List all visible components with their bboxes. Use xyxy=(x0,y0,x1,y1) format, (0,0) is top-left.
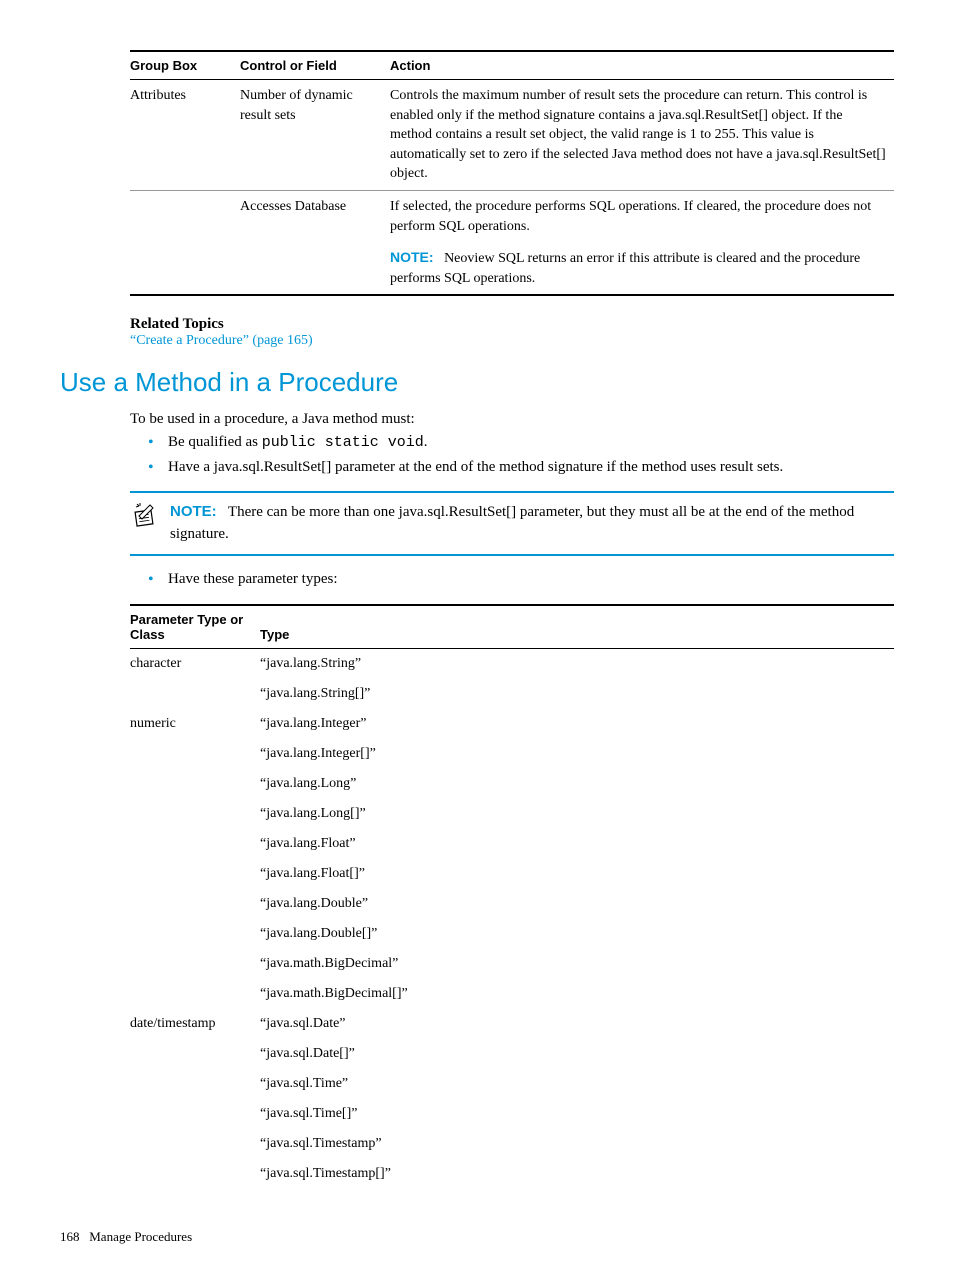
cell-param xyxy=(130,1039,260,1069)
table-row: “java.sql.Time[]” xyxy=(130,1099,894,1129)
table1-header-action: Action xyxy=(390,51,894,80)
note-text-body: There can be more than one java.sql.Resu… xyxy=(170,504,854,543)
table1-header-control: Control or Field xyxy=(240,51,390,80)
cell-type: “java.lang.String[]” xyxy=(260,679,894,709)
cell-action: If selected, the procedure performs SQL … xyxy=(390,190,894,242)
related-topics-link[interactable]: “Create a Procedure” (page 165) xyxy=(130,333,894,349)
table-row: NOTE: Neoview SQL returns an error if th… xyxy=(130,242,894,295)
cell-param xyxy=(130,889,260,919)
cell-param xyxy=(130,739,260,769)
table-row: “java.math.BigDecimal[]” xyxy=(130,979,894,1009)
cell-type: “java.sql.Timestamp[]” xyxy=(260,1159,894,1189)
mono-text: public static void xyxy=(262,434,424,451)
cell-param: character xyxy=(130,649,260,680)
table-row: “java.lang.Long[]” xyxy=(130,799,894,829)
note-label: NOTE: xyxy=(390,249,434,265)
table-row: “java.lang.Double” xyxy=(130,889,894,919)
cell-param xyxy=(130,769,260,799)
cell-group: Attributes xyxy=(130,80,240,191)
section-heading: Use a Method in a Procedure xyxy=(60,367,894,398)
table-row: “java.lang.Integer[]” xyxy=(130,739,894,769)
cell-param xyxy=(130,979,260,1009)
cell-param xyxy=(130,1069,260,1099)
cell-param xyxy=(130,829,260,859)
intro-text: To be used in a procedure, a Java method… xyxy=(130,408,894,431)
note-icon xyxy=(130,501,158,529)
table-row: “java.math.BigDecimal” xyxy=(130,949,894,979)
cell-type: “java.lang.Integer[]” xyxy=(260,739,894,769)
cell-action: Controls the maximum number of result se… xyxy=(390,80,894,191)
cell-param xyxy=(130,949,260,979)
table-row: “java.sql.Timestamp[]” xyxy=(130,1159,894,1189)
page-footer: 168 Manage Procedures xyxy=(60,1229,894,1245)
cell-type: “java.lang.Integer” xyxy=(260,709,894,739)
table-row: character“java.lang.String” xyxy=(130,649,894,680)
cell-note: NOTE: Neoview SQL returns an error if th… xyxy=(390,242,894,295)
cell-type: “java.lang.Double” xyxy=(260,889,894,919)
note-text: Neoview SQL returns an error if this att… xyxy=(390,251,860,286)
table-row: numeric“java.lang.Integer” xyxy=(130,709,894,739)
cell-type: “java.lang.Long[]” xyxy=(260,799,894,829)
table-row: “java.lang.Float” xyxy=(130,829,894,859)
list-item: Have these parameter types: xyxy=(148,568,894,591)
cell-param xyxy=(130,1159,260,1189)
cell-type: “java.math.BigDecimal[]” xyxy=(260,979,894,1009)
table-row: “java.lang.Float[]” xyxy=(130,859,894,889)
cell-param xyxy=(130,1129,260,1159)
footer-title: Manage Procedures xyxy=(89,1229,192,1244)
table-row: date/timestamp“java.sql.Date” xyxy=(130,1009,894,1039)
cell-control: Number of dynamic result sets xyxy=(240,80,390,191)
cell-type: “java.sql.Date[]” xyxy=(260,1039,894,1069)
requirements-list-continued: Have these parameter types: xyxy=(148,568,894,591)
table2-body: character“java.lang.String” “java.lang.S… xyxy=(130,649,894,1190)
related-topics-heading: Related Topics xyxy=(130,316,894,333)
requirements-list: Be qualified as public static void. Have… xyxy=(148,431,894,479)
cell-type: “java.lang.Float[]” xyxy=(260,859,894,889)
note-box: NOTE: There can be more than one java.sq… xyxy=(130,491,894,556)
cell-type: “java.sql.Time” xyxy=(260,1069,894,1099)
cell-param xyxy=(130,1099,260,1129)
cell-type: “java.sql.Date” xyxy=(260,1009,894,1039)
cell-param xyxy=(130,859,260,889)
table1-header-group: Group Box xyxy=(130,51,240,80)
note-content: NOTE: There can be more than one java.sq… xyxy=(170,501,894,546)
cell-param xyxy=(130,919,260,949)
cell-param xyxy=(130,679,260,709)
cell-param xyxy=(130,799,260,829)
cell-type: “java.sql.Time[]” xyxy=(260,1099,894,1129)
table2-header-type: Type xyxy=(260,605,894,649)
list-item: Be qualified as public static void. xyxy=(148,431,894,455)
table-row: “java.lang.String[]” xyxy=(130,679,894,709)
cell-type: “java.lang.Long” xyxy=(260,769,894,799)
list-item: Have a java.sql.ResultSet[] parameter at… xyxy=(148,456,894,479)
table-row: “java.lang.Double[]” xyxy=(130,919,894,949)
cell-type: “java.math.BigDecimal” xyxy=(260,949,894,979)
cell-type: “java.lang.Double[]” xyxy=(260,919,894,949)
table-row: “java.sql.Timestamp” xyxy=(130,1129,894,1159)
table-row: Attributes Number of dynamic result sets… xyxy=(130,80,894,191)
cell-type: “java.lang.String” xyxy=(260,649,894,680)
table-row: “java.sql.Date[]” xyxy=(130,1039,894,1069)
note-label: NOTE: xyxy=(170,503,217,520)
bullet-text: Be qualified as xyxy=(168,434,262,450)
cell-group xyxy=(130,190,240,242)
cell-type: “java.sql.Timestamp” xyxy=(260,1129,894,1159)
cell-param: numeric xyxy=(130,709,260,739)
table-row: Accesses Database If selected, the proce… xyxy=(130,190,894,242)
cell-control: Accesses Database xyxy=(240,190,390,242)
table-row: “java.sql.Time” xyxy=(130,1069,894,1099)
cell-type: “java.lang.Float” xyxy=(260,829,894,859)
table-row: “java.lang.Long” xyxy=(130,769,894,799)
cell-param: date/timestamp xyxy=(130,1009,260,1039)
parameter-types-table: Parameter Type or Class Type character“j… xyxy=(130,604,894,1189)
table2-header-param: Parameter Type or Class xyxy=(130,605,260,649)
attributes-table: Group Box Control or Field Action Attrib… xyxy=(130,50,894,296)
page-number: 168 xyxy=(60,1229,80,1244)
